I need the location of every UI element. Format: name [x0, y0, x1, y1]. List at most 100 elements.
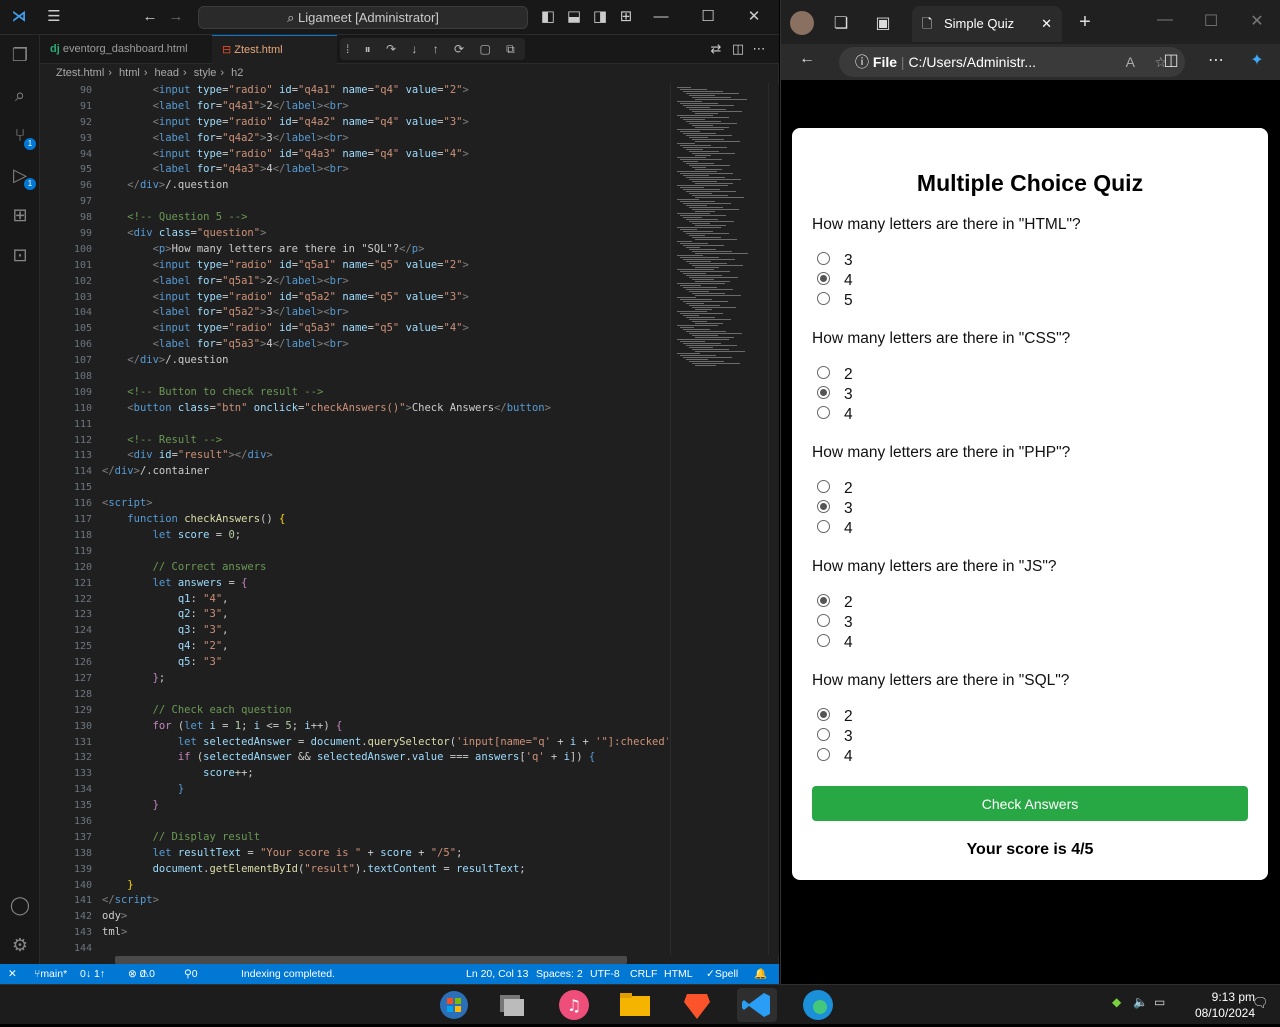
tab-ztest[interactable]: ⊟ Ztest.html [212, 35, 337, 64]
answer-option[interactable]: 3 [817, 251, 853, 271]
itunes-icon[interactable]: ♫ [554, 988, 594, 1022]
open-changes-icon[interactable]: ⇄ [705, 39, 727, 59]
radio-button[interactable] [817, 366, 830, 380]
browser-tab-simple-quiz[interactable]: 🗋 Simple Quiz ✕ [912, 6, 1062, 42]
maximize-icon[interactable]: ☐ [697, 7, 719, 27]
info-icon[interactable]: ⓘ [855, 54, 873, 70]
radio-button[interactable] [817, 594, 830, 608]
split-editor-icon[interactable]: ◫ [727, 39, 749, 59]
sync-status[interactable]: 0↓ 1↑ [80, 964, 105, 984]
horizontal-scrollbar[interactable] [115, 956, 627, 964]
accounts-icon[interactable]: ◯ [8, 893, 32, 917]
edge-browser-icon[interactable] [798, 988, 838, 1022]
answer-option[interactable]: 2 [817, 707, 853, 727]
more-actions-icon[interactable]: ⋯ [748, 39, 770, 59]
workspaces-icon[interactable]: ❏ [829, 13, 853, 33]
answer-label[interactable]: 2 [844, 708, 853, 725]
answer-option[interactable]: 2 [817, 593, 853, 613]
answer-option[interactable]: 3 [817, 499, 853, 519]
radio-button[interactable] [817, 500, 830, 514]
radio-button[interactable] [817, 480, 830, 494]
forward-arrow-icon[interactable]: → [165, 7, 187, 27]
nvidia-tray-icon[interactable]: ◆ [1112, 995, 1121, 1009]
code-editor[interactable]: 90 91 92 93 94 95 96 97 98 99 100 101 102 103 104 105 10… [40, 83, 779, 955]
breadcrumb-style[interactable]: style [194, 67, 217, 79]
problems-status[interactable]: ⊗ 0 ⚠ 0 [128, 964, 155, 984]
radio-button[interactable] [817, 708, 830, 722]
spell-check[interactable]: ✓ Spell [706, 964, 738, 984]
command-center[interactable]: ⌕ Ligameet [Administrator] [198, 6, 528, 29]
answer-option[interactable]: 2 [817, 479, 853, 499]
settings-more-icon[interactable]: ⋯ [1204, 50, 1228, 70]
task-view-icon[interactable] [492, 988, 532, 1022]
explorer-icon[interactable]: ❐ [8, 43, 32, 67]
answer-label[interactable]: 3 [844, 728, 853, 745]
radio-button[interactable] [817, 520, 830, 534]
answer-option[interactable]: 4 [817, 519, 853, 539]
answer-label[interactable]: 2 [844, 366, 853, 383]
answer-option[interactable]: 2 [817, 365, 853, 385]
cursor-position[interactable]: Ln 20, Col 13 [466, 964, 528, 984]
source-control-icon[interactable]: ⑂ 1 [8, 123, 36, 150]
ports-status[interactable]: ⚲ 0 [184, 964, 198, 984]
volume-icon[interactable]: 🔈 [1133, 995, 1148, 1009]
answer-option[interactable]: 4 [817, 633, 853, 653]
breadcrumb-h2[interactable]: h2 [231, 67, 243, 79]
close-icon[interactable]: ✕ [743, 7, 765, 27]
start-button[interactable] [434, 988, 474, 1022]
tab-actions-icon[interactable]: ▣ [871, 13, 895, 33]
customize-layout-icon[interactable]: ⊞ [615, 7, 637, 27]
maximize-icon[interactable]: ☐ [1199, 11, 1223, 31]
answer-option[interactable]: 4 [817, 405, 853, 425]
profile-avatar[interactable] [790, 11, 814, 35]
toggle-secondary-sidebar-icon[interactable]: ◨ [589, 7, 611, 27]
debug-toolbar[interactable]: ⁞ ⏸ ↷ ↓ ↑ ⟳ ▢ ⧉ [340, 38, 525, 60]
minimize-icon[interactable]: — [650, 7, 672, 27]
split-screen-icon[interactable]: ◫ [1159, 50, 1183, 70]
code-content[interactable]: <input type="radio" id="q4a1" name="q4" … [102, 83, 668, 955]
minimize-icon[interactable]: — [1153, 11, 1177, 29]
answer-option[interactable]: 4 [817, 271, 853, 291]
answer-option[interactable]: 4 [817, 747, 853, 767]
answer-label[interactable]: 3 [844, 386, 853, 403]
close-window-icon[interactable]: ✕ [1245, 11, 1269, 31]
answer-label[interactable]: 4 [844, 634, 853, 651]
answer-option[interactable]: 3 [817, 385, 853, 405]
language-mode[interactable]: HTML [664, 964, 693, 984]
new-tab-icon[interactable]: + [1073, 11, 1097, 34]
branch-status[interactable]: ⑂ main* [34, 964, 67, 984]
notifications-icon[interactable]: 🔔 [754, 964, 767, 984]
tab-eventorg-dashboard[interactable]: dj eventorg_dashboard.html [40, 35, 212, 64]
answer-label[interactable]: 2 [844, 594, 853, 611]
radio-button[interactable] [817, 252, 830, 266]
radio-button[interactable] [817, 634, 830, 648]
radio-button[interactable] [817, 728, 830, 742]
answer-label[interactable]: 3 [844, 614, 853, 631]
toggle-sidebar-icon[interactable]: ◧ [537, 7, 559, 27]
extensions-icon[interactable]: ⊞ [8, 203, 32, 227]
encoding[interactable]: UTF-8 [590, 964, 620, 984]
menu-icon[interactable]: ☰ [43, 7, 65, 27]
answer-label[interactable]: 3 [844, 252, 853, 269]
vertical-scrollbar[interactable] [768, 83, 779, 955]
radio-button[interactable] [817, 292, 830, 306]
run-debug-icon[interactable]: ▷ 1 [8, 163, 36, 190]
network-icon[interactable]: ▭ [1154, 995, 1165, 1009]
answer-label[interactable]: 2 [844, 480, 853, 497]
breadcrumb-file[interactable]: Ztest.html [56, 67, 104, 79]
answer-label[interactable]: 4 [844, 748, 853, 765]
answer-label[interactable]: 5 [844, 292, 853, 309]
radio-button[interactable] [817, 272, 830, 286]
back-arrow-icon[interactable]: ← [139, 7, 161, 27]
minimap[interactable] [670, 83, 768, 955]
answer-option[interactable]: 5 [817, 291, 853, 311]
remote-explorer-icon[interactable]: ⊡ [8, 243, 32, 267]
file-explorer-icon[interactable] [615, 988, 655, 1022]
line-ending[interactable]: CRLF [630, 964, 657, 984]
notification-center-icon[interactable]: 🗨 [1252, 995, 1269, 1011]
brave-browser-icon[interactable] [677, 988, 717, 1022]
radio-button[interactable] [817, 748, 830, 762]
search-icon[interactable]: ⌕ [8, 83, 32, 107]
answer-option[interactable]: 3 [817, 613, 853, 633]
answer-label[interactable]: 3 [844, 500, 853, 517]
